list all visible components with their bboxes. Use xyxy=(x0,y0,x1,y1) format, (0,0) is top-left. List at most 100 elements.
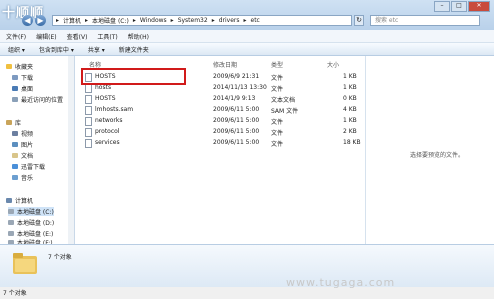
breadcrumb-system32[interactable]: System32 xyxy=(178,17,208,24)
file-icon xyxy=(85,106,92,115)
status-bar xyxy=(0,287,494,299)
nav-item-pictures[interactable]: 图片 xyxy=(12,140,33,149)
file-date: 2009/6/11 5:00 xyxy=(213,106,260,113)
include-in-library-button[interactable]: 包含到库中 ▾ xyxy=(39,45,74,54)
file-row[interactable]: lmhosts.sam 2009/6/11 5:00 SAM 文件 4 KB xyxy=(85,105,357,115)
nav-label: 本地磁盘 (C:) xyxy=(17,209,54,216)
file-row[interactable]: services 2009/6/11 5:00 文件 18 KB xyxy=(85,138,361,148)
breadcrumb-separator: ▸ xyxy=(211,17,215,24)
document-icon xyxy=(12,153,18,158)
file-type: 文件 xyxy=(271,75,284,82)
nav-item-documents[interactable]: 文档 xyxy=(12,151,33,160)
file-size: 1 KB xyxy=(343,73,357,80)
file-name: networks xyxy=(95,117,123,124)
file-size: 18 KB xyxy=(343,139,361,146)
file-type: 文件 xyxy=(271,141,284,148)
nav-label: 视频 xyxy=(21,131,34,138)
maximize-button[interactable]: □ xyxy=(451,1,467,12)
nav-item-recent[interactable]: 最近访问的位置 xyxy=(12,95,63,104)
menu-help[interactable]: 帮助(H) xyxy=(128,32,149,41)
nav-favorites[interactable]: 收藏夹 xyxy=(6,62,33,71)
file-date: 2009/6/11 5:00 xyxy=(213,128,260,135)
search-input[interactable]: 搜索 etc xyxy=(370,15,480,26)
file-date: 2009/6/9 21:31 xyxy=(213,73,260,80)
file-type: 文件 xyxy=(271,130,284,137)
breadcrumb-separator: ▸ xyxy=(85,17,89,24)
preview-message: 选择要预览的文件。 xyxy=(410,152,465,159)
menu-file[interactable]: 文件(F) xyxy=(6,32,26,41)
desktop-icon xyxy=(12,86,18,91)
breadcrumb-separator: ▸ xyxy=(170,17,174,24)
file-icon xyxy=(85,117,92,126)
file-icon xyxy=(85,128,92,137)
nav-label: 库 xyxy=(15,120,22,127)
nav-label: 图片 xyxy=(21,142,34,149)
column-size[interactable]: 大小 xyxy=(327,60,339,69)
file-icon xyxy=(85,84,92,93)
nav-libraries[interactable]: 库 xyxy=(6,118,21,127)
back-arrow-icon[interactable]: ◀ xyxy=(22,15,33,26)
navigation-pane: 收藏夹 下载 桌面 最近访问的位置 库 视频 图片 文档 迅雷下载 音乐 计算机 xyxy=(0,56,75,247)
column-date[interactable]: 修改日期 xyxy=(213,60,237,69)
nav-item-download[interactable]: 下载 xyxy=(12,73,33,82)
nav-computer[interactable]: 计算机 xyxy=(6,196,33,205)
nav-item-drive-d[interactable]: 本地磁盘 (D:) xyxy=(8,218,54,227)
nav-item-thunder[interactable]: 迅雷下载 xyxy=(12,162,45,171)
navigation-scrollbar[interactable] xyxy=(68,56,74,244)
status-item-count: 7 个对象 xyxy=(3,290,27,297)
file-icon xyxy=(85,139,92,148)
file-size: 1 KB xyxy=(343,117,357,124)
highlight-box xyxy=(81,68,186,85)
file-row[interactable]: networks 2009/6/11 5:00 文件 1 KB xyxy=(85,116,357,126)
menu-tools[interactable]: 工具(T) xyxy=(97,32,117,41)
breadcrumb-separator: ▸ xyxy=(132,17,136,24)
refresh-icon[interactable]: ↻ xyxy=(354,15,364,26)
address-bar[interactable]: ▸ 计算机 ▸ 本地磁盘 (C:) ▸ Windows ▸ System32 ▸… xyxy=(52,15,352,26)
nav-item-desktop[interactable]: 桌面 xyxy=(12,84,33,93)
library-icon xyxy=(6,120,12,125)
file-date: 2009/6/11 5:00 xyxy=(213,117,260,124)
computer-icon xyxy=(6,198,12,203)
picture-icon xyxy=(12,142,18,147)
menu-bar: 文件(F) 编辑(E) 查看(V) 工具(T) 帮助(H) xyxy=(0,30,494,43)
file-type: 文件 xyxy=(271,119,284,126)
breadcrumb-etc[interactable]: etc xyxy=(251,17,260,24)
nav-item-drive-e[interactable]: 本地磁盘 (E:) xyxy=(8,229,53,238)
new-folder-button[interactable]: 新建文件夹 xyxy=(119,45,149,54)
file-size: 4 KB xyxy=(343,106,357,113)
file-size: 0 KB xyxy=(343,95,357,102)
details-pane xyxy=(0,244,494,287)
organize-button[interactable]: 组织 ▾ xyxy=(8,45,25,54)
column-headers: 名称 修改日期 类型 大小 xyxy=(75,60,365,69)
thunder-download-icon xyxy=(12,164,18,169)
nav-item-drive-c[interactable]: 本地磁盘 (C:) xyxy=(8,207,54,216)
breadcrumb-drive-c[interactable]: 本地磁盘 (C:) xyxy=(92,16,129,25)
menu-edit[interactable]: 编辑(E) xyxy=(36,32,56,41)
nav-item-music[interactable]: 音乐 xyxy=(12,173,33,182)
breadcrumb-windows[interactable]: Windows xyxy=(140,17,167,24)
file-date: 2014/1/9 9:13 xyxy=(213,95,256,102)
file-size: 1 KB xyxy=(343,84,357,91)
share-button[interactable]: 共享 ▾ xyxy=(88,45,105,54)
nav-label: 文档 xyxy=(21,153,34,160)
nav-label: 桌面 xyxy=(21,86,34,93)
recent-places-icon xyxy=(12,97,18,102)
nav-label: 计算机 xyxy=(15,198,34,205)
column-type[interactable]: 类型 xyxy=(271,60,283,69)
file-row[interactable]: protocol 2009/6/11 5:00 文件 2 KB xyxy=(85,127,357,137)
menu-view[interactable]: 查看(V) xyxy=(67,32,88,41)
drive-icon xyxy=(8,220,14,225)
breadcrumb-drivers[interactable]: drivers xyxy=(219,17,240,24)
close-button[interactable]: ✕ xyxy=(468,1,490,12)
file-type: 文件 xyxy=(271,86,284,93)
forward-arrow-icon[interactable]: ▶ xyxy=(35,15,46,26)
file-name: lmhosts.sam xyxy=(95,106,134,113)
drive-icon xyxy=(8,231,14,236)
breadcrumb-computer[interactable]: 计算机 xyxy=(63,16,81,25)
download-folder-icon xyxy=(12,75,18,80)
nav-item-videos[interactable]: 视频 xyxy=(12,129,33,138)
nav-label: 最近访问的位置 xyxy=(21,97,64,104)
minimize-button[interactable]: – xyxy=(434,1,450,12)
file-row[interactable]: HOSTS 2014/1/9 9:13 文本文档 0 KB xyxy=(85,94,357,104)
music-icon xyxy=(12,175,18,180)
